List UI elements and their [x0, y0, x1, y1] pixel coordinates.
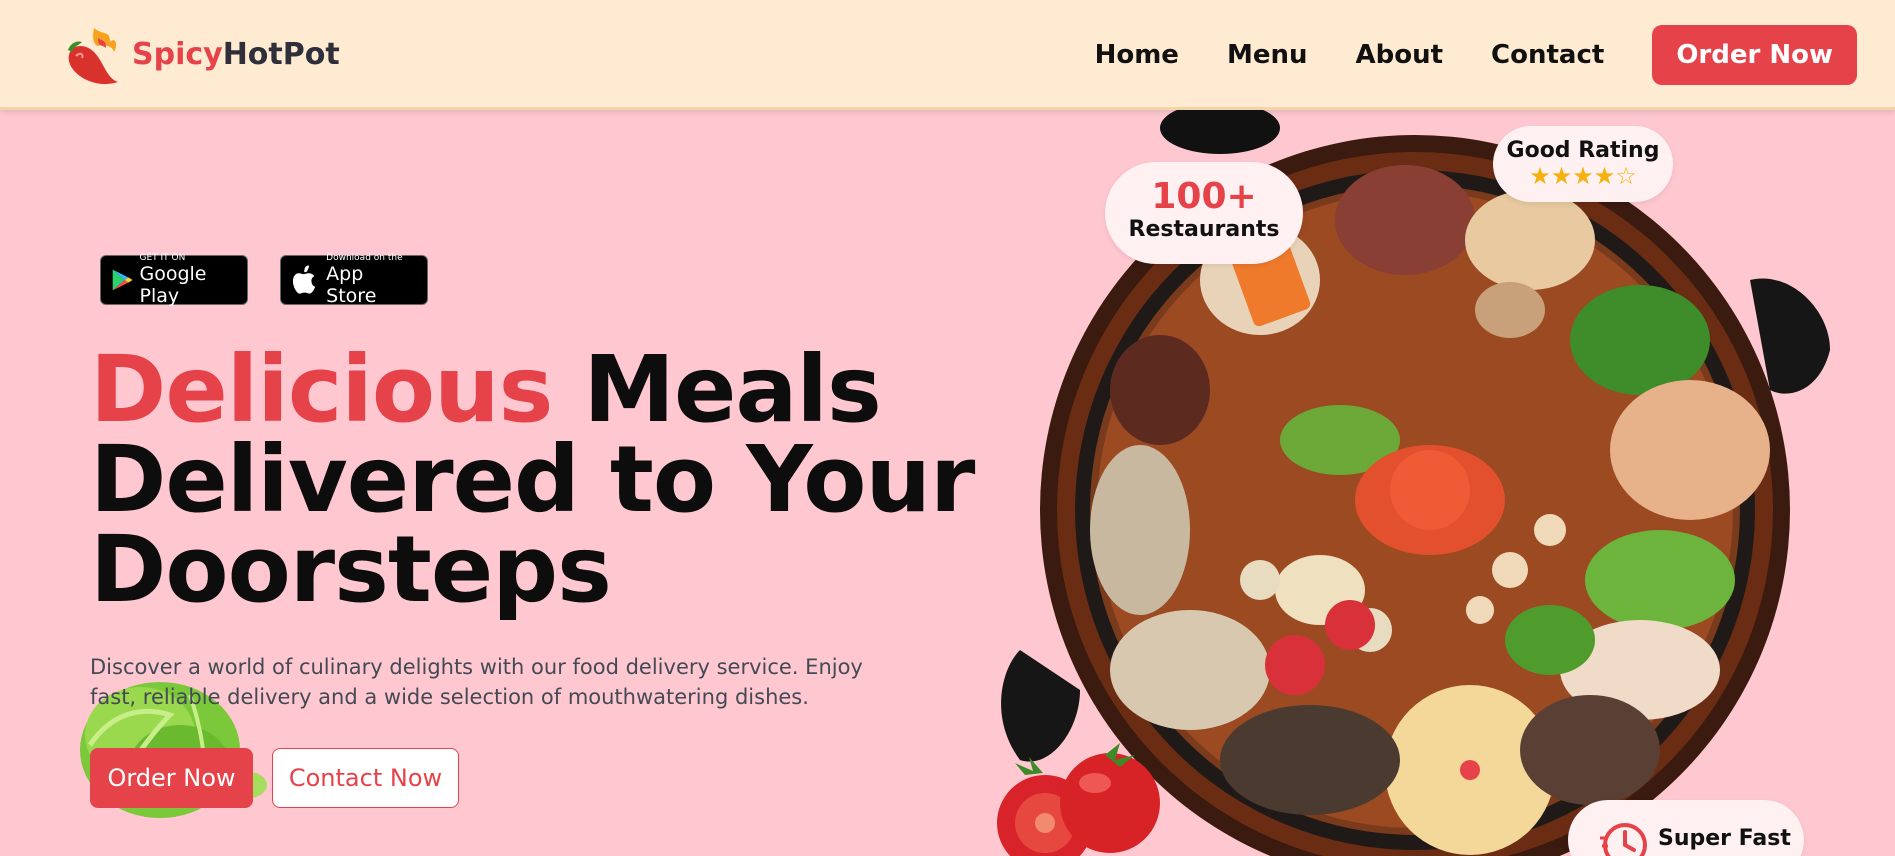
star-filled-icon: ★: [1593, 162, 1616, 190]
google-play-icon: [112, 269, 133, 291]
nav-link-contact[interactable]: Contact: [1491, 40, 1604, 70]
brand-name-part1: Spicy: [132, 36, 223, 72]
chili-flame-icon: [68, 28, 118, 85]
super-fast-label: Super Fast: [1658, 826, 1791, 851]
rating-label: Good Rating: [1506, 138, 1660, 163]
apple-icon: [292, 265, 316, 294]
hero-contact-now-button[interactable]: Contact Now: [272, 748, 459, 808]
rating-stat-card: Good Rating ★★★★☆: [1493, 126, 1673, 202]
restaurants-count: 100+: [1151, 176, 1257, 217]
star-empty-icon: ☆: [1615, 162, 1637, 190]
rating-stars: ★★★★☆: [1493, 163, 1673, 189]
star-filled-icon: ★: [1529, 162, 1551, 190]
brand-name: SpicyHotPot: [132, 37, 340, 72]
fast-delivery-clock-icon: [1600, 823, 1647, 856]
hero-description: Discover a world of culinary delights wi…: [90, 655, 863, 709]
nav-link-home[interactable]: Home: [1095, 40, 1179, 70]
tomatoes-image: [997, 743, 1160, 856]
restaurants-stat-card: 100+ Restaurants: [1105, 162, 1303, 264]
hero-order-now-button[interactable]: Order Now: [90, 748, 253, 808]
brand-name-part2: HotPot: [222, 36, 340, 72]
hero-headline-line3: Doorsteps: [90, 516, 612, 623]
app-store-small-text: Download on the: [326, 253, 403, 263]
super-fast-card: Super Fast: [1568, 800, 1804, 856]
restaurants-label: Restaurants: [1128, 217, 1280, 242]
nav-links: Home Menu About Contact Order Now: [1095, 0, 1895, 110]
nav-link-about[interactable]: About: [1355, 40, 1443, 70]
google-play-small-text: GET IT ON: [139, 253, 186, 263]
nav-order-now-button[interactable]: Order Now: [1652, 25, 1857, 85]
google-play-big-text: Google Play: [139, 263, 207, 307]
nav-link-menu[interactable]: Menu: [1227, 40, 1308, 70]
app-store-big-text: App Store: [326, 263, 377, 307]
google-play-badge[interactable]: GET IT ON Google Play: [100, 253, 248, 307]
hero-headline: Delicious Meals Delivered to Your Doorst…: [90, 344, 975, 616]
app-store-badge[interactable]: Download on the App Store: [280, 253, 428, 307]
top-navbar: SpicyHotPot Home Menu About Contact Orde…: [0, 0, 1895, 110]
star-filled-icon: ★: [1550, 162, 1573, 190]
star-filled-icon: ★: [1572, 162, 1594, 190]
brand-logo[interactable]: SpicyHotPot: [60, 22, 340, 86]
